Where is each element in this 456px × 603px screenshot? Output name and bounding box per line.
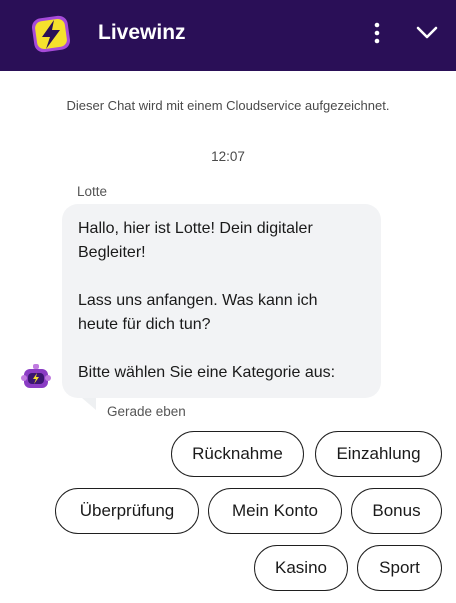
chat-header: Livewinz: [0, 0, 456, 71]
message-select-category: Bitte wählen Sie eine Kategorie aus:: [78, 364, 336, 381]
option-einzahlung-button[interactable]: Einzahlung: [315, 431, 442, 477]
option-mein-konto-button[interactable]: Mein Konto: [208, 488, 342, 534]
option-kasino-button[interactable]: Kasino: [254, 545, 348, 591]
option-bonus-button[interactable]: Bonus: [351, 488, 442, 534]
option-ueberpruefung-button[interactable]: Überprüfung: [55, 488, 199, 534]
message-greeting: Hallo, hier ist Lotte! Dein digitaler Be…: [78, 220, 313, 261]
bot-message-bubble: Hallo, hier ist Lotte! Dein digitaler Be…: [62, 204, 381, 398]
chevron-down-icon[interactable]: [412, 20, 442, 46]
app-title: Livewinz: [98, 21, 186, 44]
sender-name: Lotte: [77, 184, 108, 199]
recording-notice: Dieser Chat wird mit einem Cloudservice …: [66, 98, 390, 113]
more-vertical-icon[interactable]: [364, 20, 390, 46]
option-ruecknahme-button[interactable]: Rücknahme: [171, 431, 304, 477]
bubble-tail: [82, 398, 96, 410]
bot-avatar-icon: [20, 361, 52, 393]
message-status: Gerade eben: [107, 404, 186, 419]
lightning-bolt-icon: [31, 15, 71, 53]
message-timestamp: 12:07: [211, 149, 245, 164]
message-prompt: Lass uns anfangen. Was kann ich heute fü…: [78, 292, 318, 333]
option-sport-button[interactable]: Sport: [357, 545, 442, 591]
